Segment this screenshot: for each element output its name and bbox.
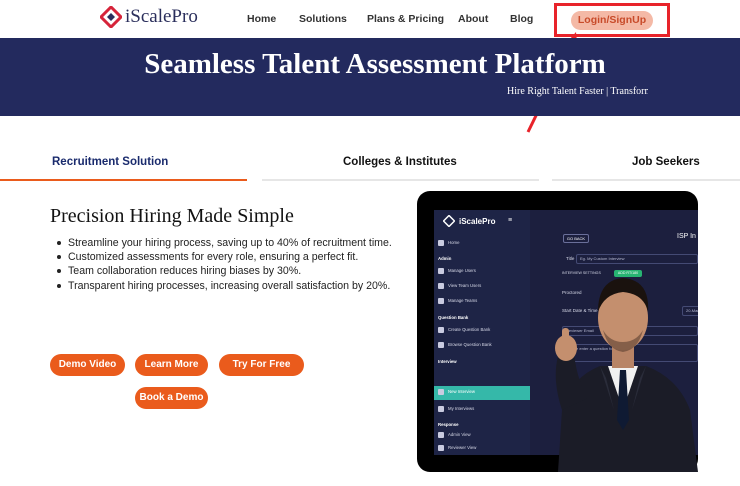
- list-icon: [438, 406, 444, 412]
- sidebar-item-reviewer-view: Reviewer View: [438, 445, 476, 451]
- learn-more-button[interactable]: Learn More: [135, 354, 208, 376]
- reviewer-icon: [438, 445, 444, 451]
- tab-recruitment-solution[interactable]: Recruitment Solution: [52, 156, 168, 168]
- list-item: Transparent hiring processes, increasing…: [55, 279, 395, 293]
- menu-icon: ≡: [508, 217, 513, 224]
- sidebar-section-admin: Admin: [438, 256, 452, 261]
- sidebar-item-manage-teams: Manage Teams: [438, 298, 477, 304]
- tab-colleges-institutes[interactable]: Colleges & Institutes: [343, 156, 457, 168]
- section-headline: Precision Hiring Made Simple: [50, 205, 294, 227]
- sidebar-item-view-team-users: View Team Users: [438, 283, 481, 289]
- sidebar-item-create-question-bank: Create Question Bank: [438, 327, 490, 333]
- demo-video-button[interactable]: Demo Video: [50, 354, 125, 376]
- home-icon: [438, 240, 444, 246]
- tab-active-indicator: [0, 179, 247, 181]
- login-signup-button[interactable]: Login/SignUp: [571, 11, 653, 30]
- tab-divider: [552, 179, 740, 181]
- hero-banner: Seamless Talent Assessment Platform Hire…: [0, 38, 740, 116]
- hero-subtitle: Hire Right Talent Faster | Transform: [507, 86, 648, 97]
- list-item: Customized assessments for every role, e…: [55, 250, 395, 264]
- sidebar-item-home: Home: [438, 240, 459, 246]
- add-icon: [438, 327, 444, 333]
- book-demo-button[interactable]: Book a Demo: [135, 387, 208, 409]
- feature-list: Streamline your hiring process, saving u…: [55, 236, 395, 293]
- hero-title: Seamless Talent Assessment Platform: [144, 48, 606, 80]
- logo-diamond-icon: [100, 6, 122, 28]
- nav-about[interactable]: About: [458, 13, 488, 25]
- nav-plans-pricing[interactable]: Plans & Pricing: [367, 13, 457, 25]
- list-item: Streamline your hiring process, saving u…: [55, 236, 395, 250]
- browse-icon: [438, 342, 444, 348]
- tab-job-seekers[interactable]: Job Seekers: [632, 156, 700, 168]
- admin-icon: [438, 432, 444, 438]
- presenter-image: [555, 278, 698, 472]
- nav-solutions[interactable]: Solutions: [299, 13, 347, 25]
- sidebar-section-question-bank: Question Bank: [438, 315, 469, 320]
- sidebar-item-admin-view: Admin View: [438, 432, 471, 438]
- list-item: Team collaboration reduces hiring biases…: [55, 264, 395, 278]
- brand-name: iScalePro: [125, 6, 198, 27]
- sidebar-section-interview: Interview: [438, 359, 457, 364]
- users-icon: [438, 268, 444, 274]
- tab-divider: [262, 179, 539, 181]
- mockup-logo-icon: [443, 215, 455, 227]
- nav-home[interactable]: Home: [247, 13, 276, 25]
- sidebar-item-browse-question-bank: Browse Question Bank: [438, 342, 492, 348]
- team-icon: [438, 283, 444, 289]
- sidebar-item-manage-users: Manage Users: [438, 268, 476, 274]
- new-icon: [438, 389, 444, 395]
- try-for-free-button[interactable]: Try For Free: [219, 354, 304, 376]
- mockup-header: ISP In: [677, 233, 696, 240]
- sidebar-item-new-interview: New Interview: [438, 389, 475, 395]
- sidebar-item-my-interviews: My Interviews: [438, 406, 474, 412]
- teams-icon: [438, 298, 444, 304]
- mockup-sidebar: iScalePro ≡ Home Admin Manage Users View…: [434, 210, 530, 455]
- top-nav: iScalePro Home Solutions Plans & Pricing…: [0, 0, 740, 38]
- mockup-logo: iScalePro: [459, 217, 496, 226]
- sidebar-section-response: Response: [438, 422, 459, 427]
- brand-logo[interactable]: iScalePro: [100, 6, 198, 28]
- nav-blog[interactable]: Blog: [510, 13, 533, 25]
- mockup-go-back-button: GO BACK: [563, 234, 589, 243]
